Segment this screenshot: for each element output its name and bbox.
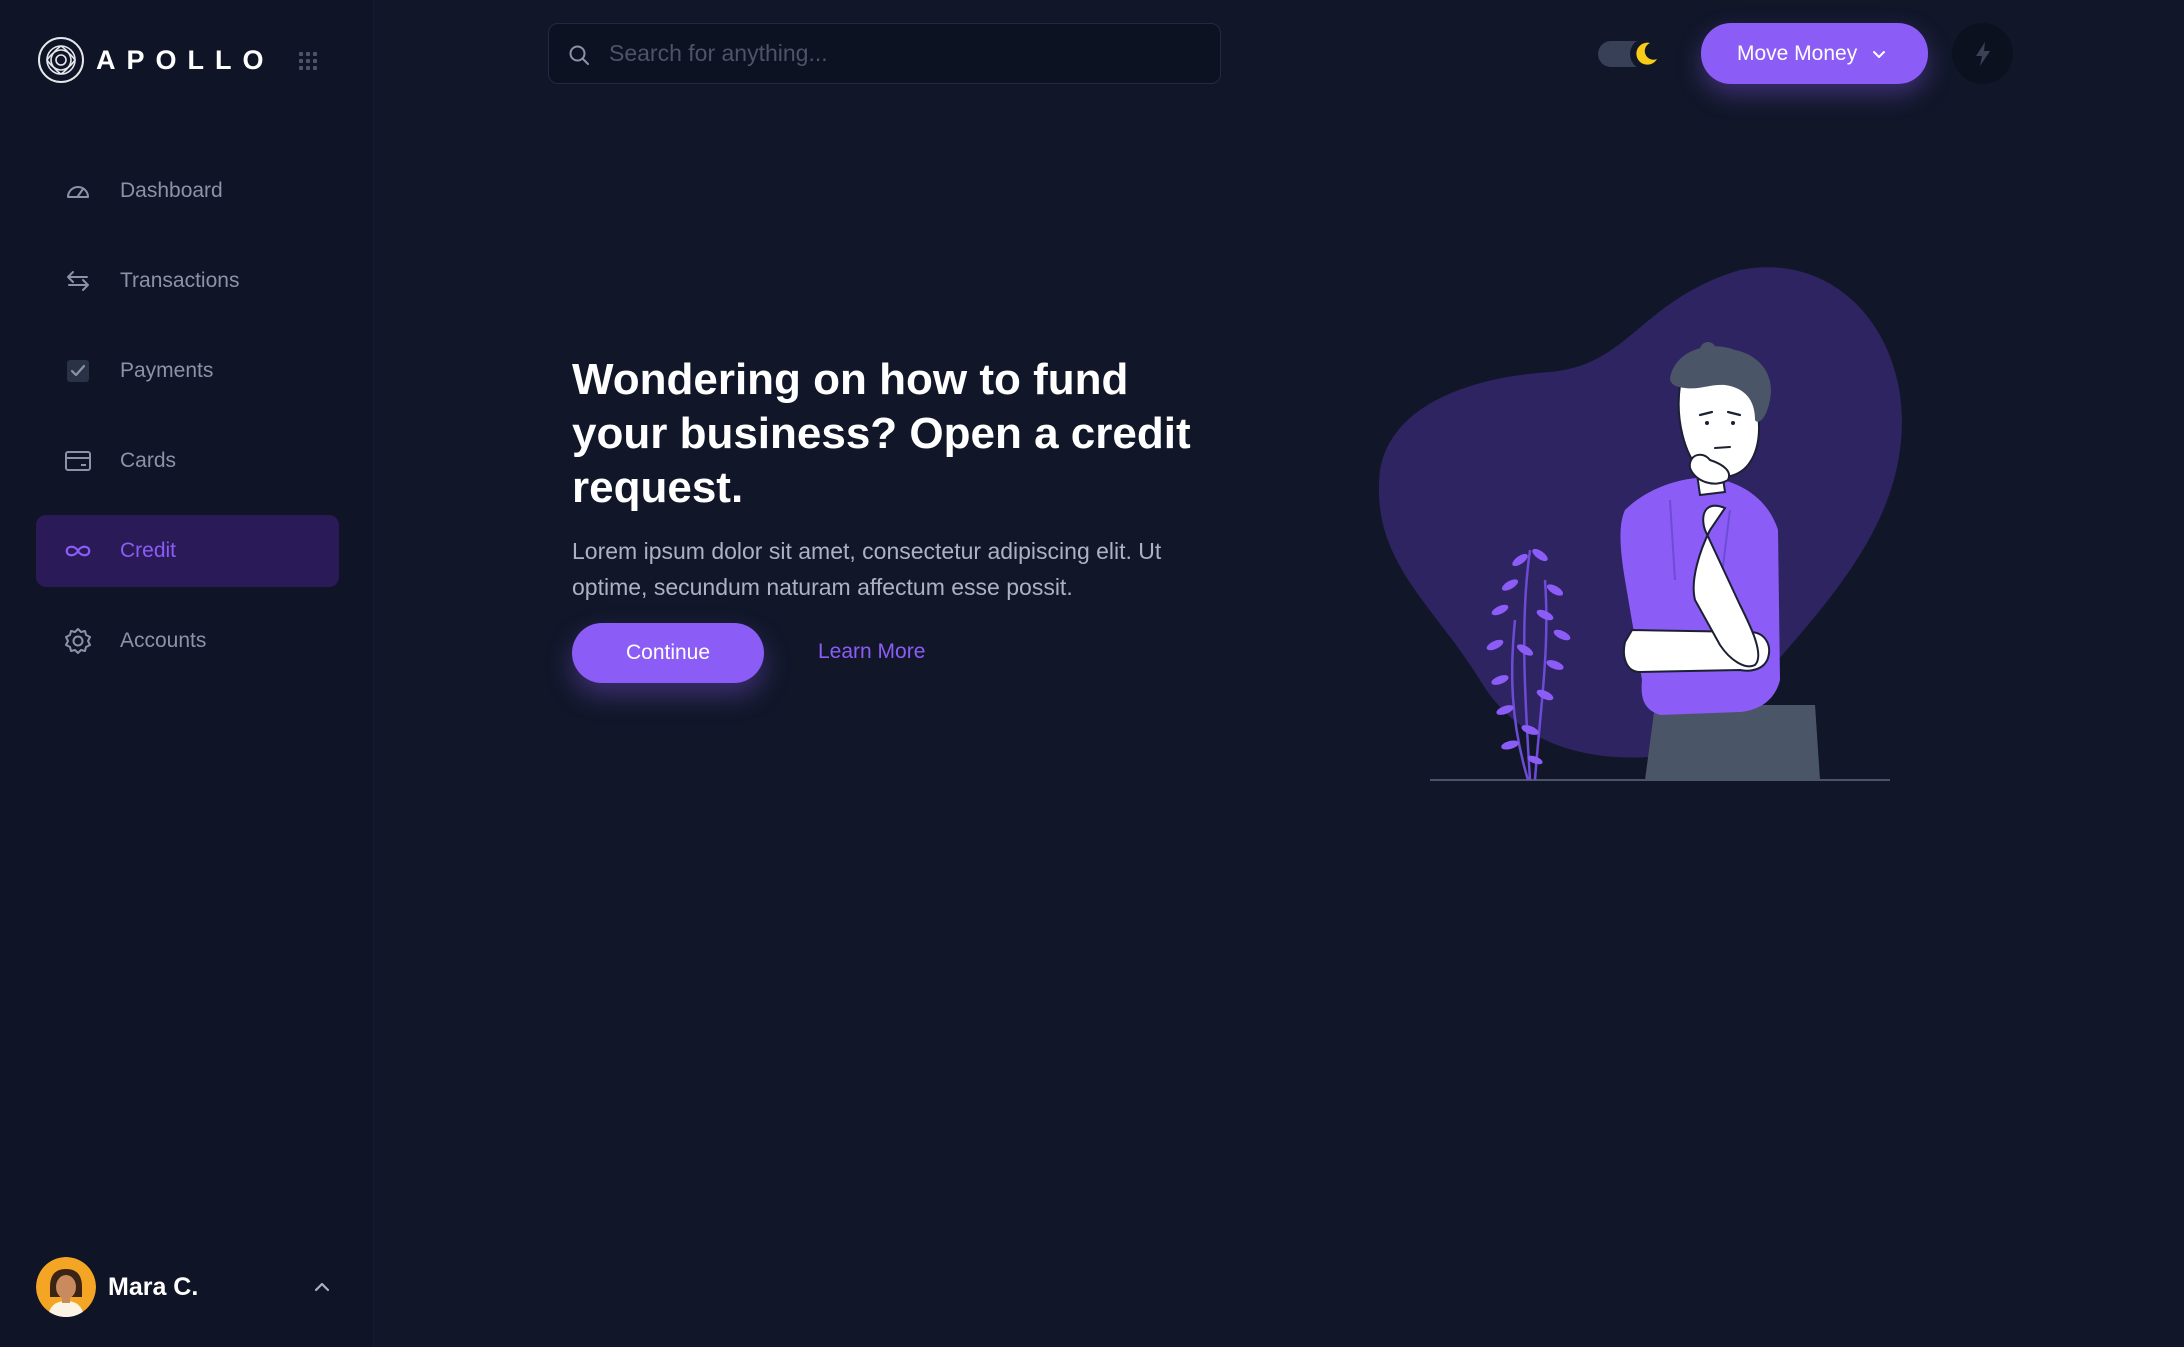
sidebar-item-label: Accounts: [120, 629, 207, 652]
brand-name: APOLLO: [96, 44, 275, 75]
sidebar-item-accounts[interactable]: Accounts: [36, 605, 339, 677]
move-money-button[interactable]: Move Money: [1701, 23, 1928, 84]
lightning-bolt-icon: [1975, 41, 1990, 66]
infinity-icon: [64, 537, 92, 565]
search-input[interactable]: [609, 24, 1199, 83]
sidebar-item-transactions[interactable]: Transactions: [36, 245, 339, 317]
gear-icon: [64, 627, 92, 655]
move-money-label: Move Money: [1737, 41, 1858, 65]
quick-actions-button[interactable]: [1952, 23, 2013, 84]
sidebar-item-label: Cards: [120, 449, 177, 472]
credit-card-icon: [64, 447, 92, 475]
sidebar-item-dashboard[interactable]: Dashboard: [36, 155, 339, 227]
chevron-up-icon[interactable]: [311, 1276, 333, 1298]
hero-title: Wondering on how to fund your business? …: [572, 355, 1191, 512]
user-name: Mara C.: [108, 1272, 199, 1301]
sidebar-nav: Dashboard Transactions Payments Cards Cr…: [36, 155, 339, 695]
apollo-logo-icon: [38, 37, 84, 83]
transfer-arrows-icon: [64, 267, 92, 295]
learn-more-link[interactable]: Learn More: [818, 640, 925, 664]
search-bar[interactable]: [548, 23, 1221, 84]
sidebar: APOLLO Dashboard Transactions Payments C…: [0, 0, 374, 1347]
checkbox-icon: [64, 357, 92, 385]
moon-icon: [1630, 38, 1662, 70]
thinking-man-illustration: [1378, 267, 1902, 781]
sidebar-item-label: Credit: [120, 539, 177, 562]
brand[interactable]: APOLLO: [36, 35, 275, 85]
sidebar-item-label: Transactions: [120, 269, 240, 292]
grid-menu-icon[interactable]: [296, 49, 320, 73]
avatar: [36, 1257, 96, 1317]
search-icon: [569, 45, 589, 65]
app-root: APOLLO Dashboard Transactions Payments C…: [0, 0, 2184, 1347]
continue-button[interactable]: Continue: [572, 623, 764, 683]
chevron-down-icon: [1873, 51, 1885, 58]
theme-toggle[interactable]: [1598, 37, 1672, 71]
hero-description: Lorem ipsum dolor sit amet, consectetur …: [572, 538, 1162, 600]
sidebar-item-label: Payments: [120, 359, 214, 382]
sidebar-item-label: Dashboard: [120, 179, 223, 202]
sidebar-item-payments[interactable]: Payments: [36, 335, 339, 407]
sidebar-item-credit[interactable]: Credit: [36, 515, 339, 587]
speedometer-icon: [64, 177, 92, 205]
sidebar-item-cards[interactable]: Cards: [36, 425, 339, 497]
user-menu[interactable]: Mara C.: [36, 1256, 339, 1318]
